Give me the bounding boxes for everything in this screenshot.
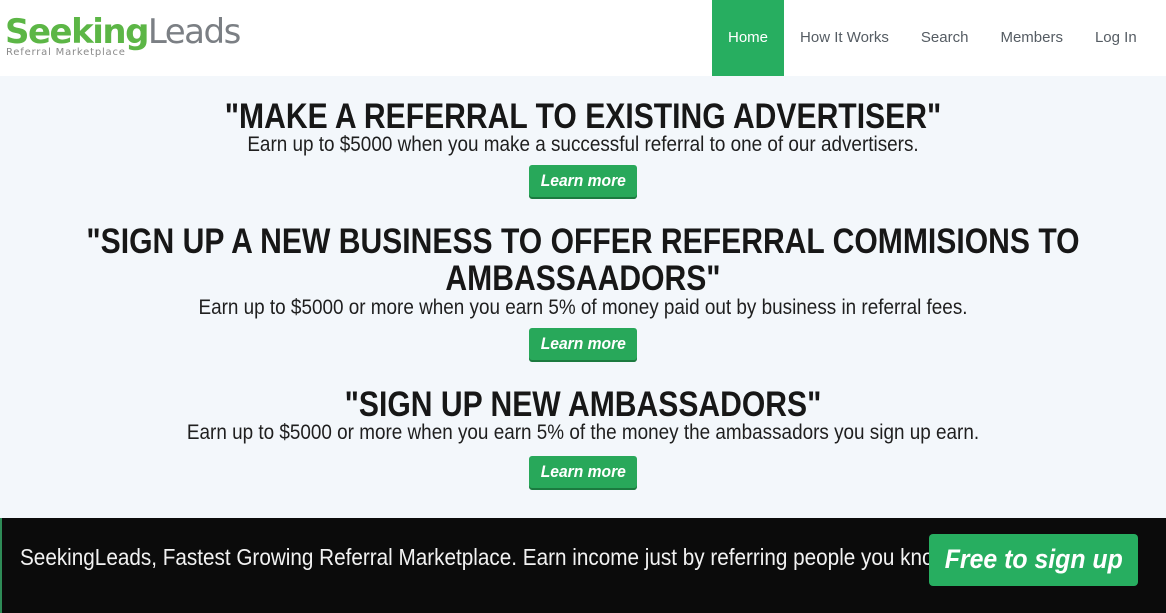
logo-seeking-text: Seeking <box>5 12 149 52</box>
nav-log-in[interactable]: Log In <box>1079 0 1153 76</box>
signup-banner: SeekingLeads, Fastest Growing Referral M… <box>0 518 1166 613</box>
nav-members[interactable]: Members <box>984 0 1079 76</box>
nav-home[interactable]: Home <box>712 0 785 76</box>
free-signup-label: Free to sign up <box>944 544 1123 574</box>
banner-accent-edge <box>0 518 2 613</box>
learn-more-label: Learn more <box>540 171 626 190</box>
offer-block-referral: "MAKE A REFERRAL TO EXISTING ADVERTISER"… <box>0 98 1166 197</box>
banner-text: SeekingLeads, Fastest Growing Referral M… <box>20 544 954 570</box>
nav-how-it-works[interactable]: How It Works <box>784 0 905 76</box>
main-nav: Home How It Works Search Members Log In <box>712 0 1153 76</box>
top-header: SeekingLeads Referral Marketplace Home H… <box>0 0 1166 76</box>
offer-subtext: Earn up to $5000 or more when you earn 5… <box>198 296 968 319</box>
free-signup-button[interactable]: Free to sign up <box>929 534 1138 586</box>
learn-more-label: Learn more <box>540 462 626 481</box>
offer-block-new-business: "SIGN UP A NEW BUSINESS TO OFFER REFERRA… <box>0 223 1166 360</box>
offer-subtext: Earn up to $5000 when you make a success… <box>247 133 919 156</box>
learn-more-button[interactable]: Learn more <box>529 165 637 197</box>
learn-more-button[interactable]: Learn more <box>529 328 637 360</box>
hero-section: "MAKE A REFERRAL TO EXISTING ADVERTISER"… <box>0 76 1166 518</box>
logo-wordmark: SeekingLeads <box>5 12 241 52</box>
learn-more-button[interactable]: Learn more <box>529 456 637 488</box>
offer-subtext: Earn up to $5000 or more when you earn 5… <box>186 421 980 444</box>
logo-tagline: Referral Marketplace <box>6 47 126 58</box>
nav-search[interactable]: Search <box>905 0 985 76</box>
offer-headline-line1: "SIGN UP A NEW BUSINESS TO OFFER REFERRA… <box>86 222 1080 261</box>
learn-more-label: Learn more <box>540 334 626 353</box>
logo-leads-text: Leads <box>147 12 241 52</box>
offer-headline-line2: AMBASSAADORS" <box>445 259 721 298</box>
seekingleads-logo[interactable]: SeekingLeads Referral Marketplace <box>5 12 241 58</box>
offer-block-ambassadors: "SIGN UP NEW AMBASSADORS" Earn up to $50… <box>0 386 1166 488</box>
offer-headline: "MAKE A REFERRAL TO EXISTING ADVERTISER" <box>224 97 942 136</box>
offer-headline: "SIGN UP NEW AMBASSADORS" <box>344 385 822 424</box>
